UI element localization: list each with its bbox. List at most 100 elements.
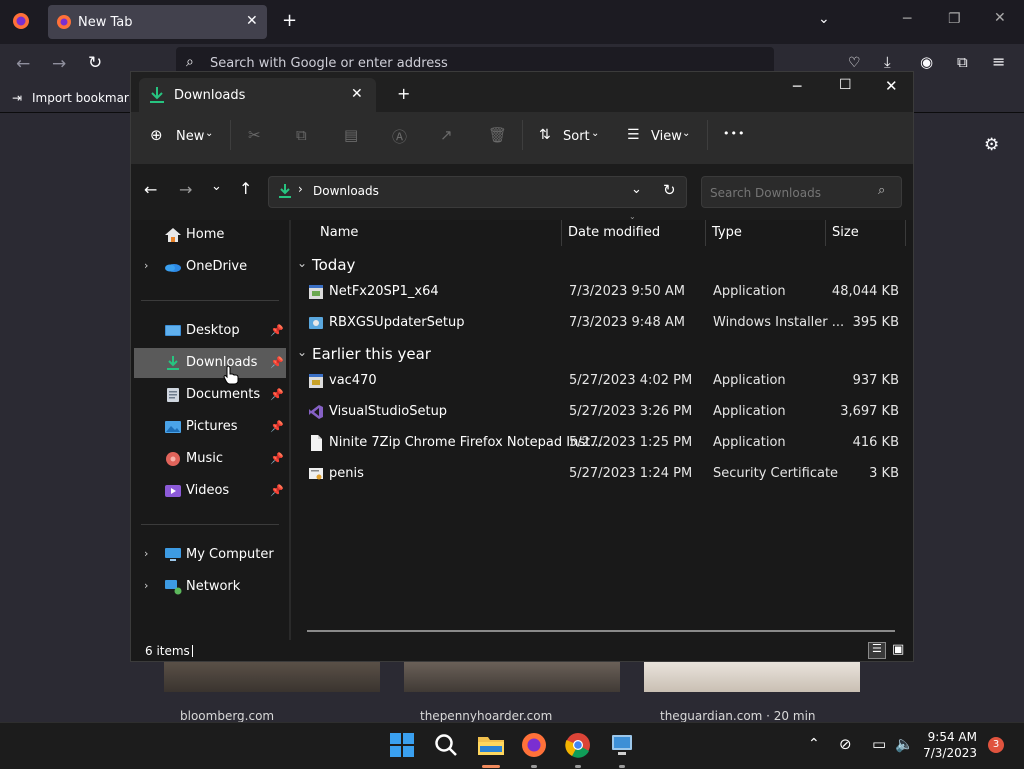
column-divider[interactable]: [905, 220, 906, 246]
new-tab-button[interactable]: +: [282, 10, 297, 31]
toolbar-divider: [707, 120, 708, 150]
recent-locations-chevron-icon[interactable]: ⌄: [211, 179, 222, 194]
column-header-size[interactable]: Size: [832, 225, 859, 240]
downloads-icon[interactable]: ⤓: [884, 53, 891, 71]
installer-icon: [308, 314, 324, 332]
nav-item-my-computer[interactable]: › My Computer: [134, 540, 286, 570]
notification-badge[interactable]: 3: [988, 737, 1004, 753]
extensions-icon[interactable]: ⧉: [957, 53, 968, 71]
display-icon[interactable]: ▭: [872, 735, 886, 753]
share-icon[interactable]: ↗: [440, 126, 453, 144]
details-view-button[interactable]: ☰: [868, 642, 886, 659]
pin-icon: 📌: [270, 484, 284, 497]
import-bookmarks-link[interactable]: Import bookmarks: [32, 91, 142, 105]
file-row[interactable]: NetFx20SP1_x64 7/3/2023 9:50 AM Applicat…: [301, 277, 909, 308]
horizontal-scrollbar[interactable]: [307, 630, 895, 632]
file-size: 395 KB: [852, 315, 899, 330]
nav-item-network[interactable]: › Network: [134, 572, 286, 602]
chrome-icon[interactable]: [565, 732, 593, 760]
file-explorer-icon[interactable]: [477, 732, 505, 760]
tab-favicon-icon: [56, 14, 72, 30]
browser-tab[interactable]: New Tab ✕: [48, 5, 267, 39]
nav-item-desktop[interactable]: Desktop 📌: [134, 316, 286, 346]
app-menu-icon[interactable]: ≡: [992, 52, 1005, 71]
reload-icon[interactable]: ↻: [88, 53, 102, 73]
new-tab-button[interactable]: +: [397, 84, 410, 103]
forward-icon[interactable]: →: [179, 180, 192, 199]
up-icon[interactable]: ↑: [239, 179, 252, 198]
system-clock[interactable]: 9:54 AM 7/3/2023: [923, 729, 977, 761]
copy-icon[interactable]: ⧉: [296, 126, 307, 144]
file-row[interactable]: VisualStudioSetup 5/27/2023 3:26 PM Appl…: [301, 397, 909, 428]
file-row[interactable]: RBXGSUpdaterSetup 7/3/2023 9:48 AM Windo…: [301, 308, 909, 339]
address-bar[interactable]: › Downloads ⌄ ↻: [268, 176, 687, 208]
file-row[interactable]: Ninite 7Zip Chrome Firefox Notepad Inst.…: [301, 428, 909, 459]
expand-chevron-icon[interactable]: ›: [144, 579, 148, 592]
account-icon[interactable]: ◉: [920, 53, 933, 71]
nav-item-music[interactable]: Music 📌: [134, 444, 286, 474]
column-divider[interactable]: [705, 220, 706, 246]
pocket-icon[interactable]: ♡: [848, 55, 861, 71]
minimize-button[interactable]: ─: [793, 79, 801, 95]
pane-splitter[interactable]: [289, 220, 291, 640]
delete-icon[interactable]: 🗑: [488, 126, 507, 144]
search-icon[interactable]: [433, 732, 461, 760]
volume-icon[interactable]: 🔈: [895, 735, 914, 753]
file-row[interactable]: penis 5/27/2023 1:24 PM Security Certifi…: [301, 459, 909, 490]
browser-minimize-button[interactable]: ─: [903, 11, 911, 27]
back-icon[interactable]: ←: [144, 180, 157, 199]
firefox-icon[interactable]: [521, 732, 549, 760]
column-header-date[interactable]: Date modified: [568, 225, 660, 240]
list-all-tabs-icon[interactable]: ⌄: [818, 11, 830, 27]
back-icon[interactable]: ←: [16, 54, 30, 74]
nav-item-onedrive[interactable]: › OneDrive: [134, 252, 286, 282]
column-divider[interactable]: [825, 220, 826, 246]
nav-item-home[interactable]: Home: [134, 220, 286, 250]
windows-start-icon[interactable]: [389, 732, 417, 760]
application-icon: [308, 372, 324, 390]
expand-chevron-icon[interactable]: ›: [144, 547, 148, 560]
column-header-type[interactable]: Type: [712, 225, 742, 240]
close-tab-icon[interactable]: ✕: [351, 86, 363, 102]
visual-studio-icon: [308, 403, 324, 421]
remote-desktop-icon[interactable]: [609, 732, 637, 760]
breadcrumb-downloads[interactable]: Downloads: [313, 184, 379, 198]
show-hidden-icons-chevron-icon[interactable]: ⌃: [808, 736, 820, 752]
close-button[interactable]: ✕: [885, 77, 898, 95]
top-site-label-1: bloomberg.com: [180, 709, 275, 723]
search-input[interactable]: [708, 182, 872, 204]
address-history-chevron-icon[interactable]: ⌄: [631, 182, 642, 197]
column-divider[interactable]: [561, 220, 562, 246]
close-tab-icon[interactable]: ✕: [246, 13, 258, 29]
application-icon: [308, 283, 324, 301]
browser-close-button[interactable]: ✕: [994, 10, 1006, 26]
expand-chevron-icon[interactable]: ›: [144, 259, 148, 272]
column-header-name[interactable]: Name: [320, 225, 358, 240]
top-site-thumbnail-2[interactable]: [404, 662, 620, 692]
nav-item-videos[interactable]: Videos 📌: [134, 476, 286, 506]
maximize-button[interactable]: ☐: [839, 77, 852, 93]
paste-icon[interactable]: ▤: [344, 126, 358, 144]
cut-icon[interactable]: ✂: [248, 126, 261, 144]
top-site-thumbnail-1[interactable]: [164, 662, 380, 692]
search-box[interactable]: ⌕: [701, 176, 902, 208]
file-row[interactable]: vac470 5/27/2023 4:02 PM Application 937…: [301, 366, 909, 397]
more-options-button[interactable]: •••: [723, 127, 745, 140]
explorer-tab[interactable]: Downloads ✕: [139, 78, 376, 112]
settings-gear-icon[interactable]: ⚙: [984, 135, 999, 155]
firefox-menu-icon[interactable]: [12, 12, 30, 30]
nav-item-pictures[interactable]: Pictures 📌: [134, 412, 286, 442]
clock-date: 7/3/2023: [923, 746, 977, 760]
top-site-label-2: thepennyhoarder.com: [420, 709, 553, 723]
network-disconnected-icon[interactable]: ⊘: [839, 735, 852, 753]
large-icons-view-button[interactable]: ▣: [892, 642, 904, 657]
browser-maximize-button[interactable]: ❐: [948, 11, 961, 27]
forward-icon[interactable]: →: [52, 54, 66, 74]
top-site-thumbnail-3[interactable]: [644, 662, 860, 692]
nav-item-downloads[interactable]: Downloads 📌: [134, 348, 286, 378]
rename-icon[interactable]: Ⓐ: [392, 126, 407, 147]
refresh-icon[interactable]: ↻: [663, 181, 676, 199]
mouse-cursor-hand-icon: [223, 365, 239, 385]
pin-icon: 📌: [270, 420, 284, 433]
nav-item-documents[interactable]: Documents 📌: [134, 380, 286, 410]
